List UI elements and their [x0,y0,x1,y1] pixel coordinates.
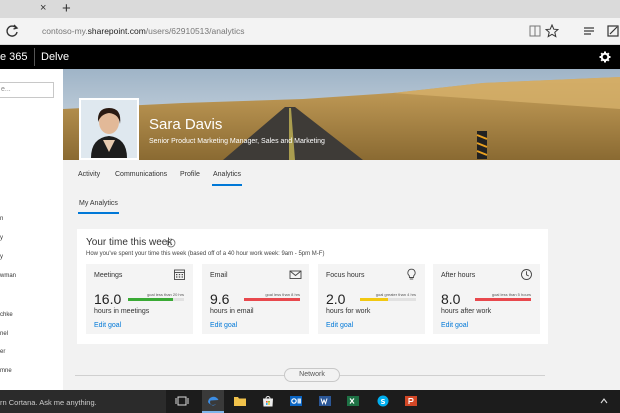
nav-divider [34,48,35,66]
edit-goal-link[interactable]: Edit goal [94,322,121,329]
cortana-prompt: rn Cortana. Ask me anything. [0,398,97,407]
info-icon[interactable] [166,238,176,248]
tile-value: 2.0 [326,291,346,307]
edit-goal-link[interactable]: Edit goal [210,322,237,329]
left-panel: e... n y y wman chke nel er mne [0,69,63,390]
tile-name: Focus hours [326,272,365,279]
address-bar: contoso-my.sharepoint.com/users/62910513… [0,18,620,45]
tile-goal: goal greater than 4 hrs [375,292,416,297]
web-note-icon[interactable] [606,24,620,38]
goal-progress-fill [475,298,531,301]
profile-banner [63,69,620,160]
svg-text:S: S [380,398,385,406]
edge-browser-icon[interactable] [206,394,220,408]
tile-value: 9.6 [210,291,230,307]
people-list-item[interactable]: nel [0,331,8,337]
tile-name: After hours [441,272,476,279]
edit-goal-link[interactable]: Edit goal [441,322,468,329]
people-list-item[interactable]: n [0,216,3,222]
goal-progress-fill [360,298,388,301]
office-nav-bar: e 365 Delve [0,45,620,69]
goal-progress-bar [244,298,300,301]
outlook-icon[interactable] [289,394,303,408]
app-name[interactable]: Delve [41,51,69,63]
goal-progress-bar [475,298,531,301]
goal-progress-bar [360,298,416,301]
sub-tab-my-analytics[interactable]: My Analytics [79,200,118,207]
envelope-icon [289,270,302,279]
time-this-week-card: Your time this week How you've spent you… [77,229,548,344]
url-field[interactable]: contoso-my.sharepoint.com/users/62910513… [42,26,245,36]
profile-job-title: Senior Product Marketing Manager, Sales … [149,138,325,145]
tile-unit: hours in email [210,308,254,315]
new-tab-button[interactable]: + [62,0,71,18]
excel-icon[interactable] [346,394,360,408]
profile-name: Sara Davis [149,116,223,133]
people-list-item[interactable]: chke [0,312,13,318]
tile-goal: goal less than 20 hrs [147,292,184,297]
hub-icon[interactable] [582,24,596,38]
goal-progress-fill [244,298,300,301]
reading-view-icon[interactable] [528,24,542,38]
tile-unit: hours in meetings [94,308,150,315]
focus-hours-tile: Focus hours goal greater than 4 hrs 2.0 … [318,264,425,334]
tile-goal: goal less than 8 hrs [265,292,300,297]
lightbulb-icon [407,268,416,280]
network-button[interactable]: Network [284,368,340,382]
active-tab-indicator [212,184,242,186]
tile-value: 8.0 [441,291,461,307]
after-hours-tile: After hours goal less than 5 hours 8.0 h… [433,264,540,334]
suite-name[interactable]: e 365 [0,51,28,63]
edit-goal-link[interactable]: Edit goal [326,322,353,329]
url-path: /users/62910513/analytics [145,26,245,36]
card-subtitle: How you've spent your time this week (ba… [86,251,325,257]
tab-activity[interactable]: Activity [78,171,100,178]
url-domain: sharepoint.com [87,26,146,36]
goal-progress-fill [128,298,173,301]
people-list-item[interactable]: y [0,254,3,260]
tile-unit: hours after work [441,308,492,315]
word-icon[interactable] [318,394,332,408]
email-tile: Email goal less than 8 hrs 9.6 hours in … [202,264,309,334]
clock-icon [521,269,532,280]
taskbar: rn Cortana. Ask me anything. S [0,390,620,413]
powerpoint-icon[interactable] [404,394,418,408]
people-list-item[interactable]: er [0,349,5,355]
tab-close-button[interactable]: × [40,2,46,14]
settings-button[interactable] [594,45,620,69]
sub-tab-indicator [78,212,119,214]
tab-communications[interactable]: Communications [115,171,167,178]
favorite-star-icon[interactable] [545,24,559,38]
tab-profile[interactable]: Profile [180,171,200,178]
refresh-icon[interactable] [4,23,20,39]
store-icon[interactable] [261,394,275,408]
meetings-tile: Meetings goal less than 20 hrs 16.0 hour… [86,264,193,334]
browser-tab-strip: × + [0,0,620,18]
task-view-icon[interactable] [175,394,189,408]
people-list-item[interactable]: wman [0,273,16,279]
skype-icon[interactable]: S [376,394,390,408]
file-explorer-icon[interactable] [233,394,247,408]
tile-name: Email [210,272,228,279]
goal-progress-bar [128,298,184,301]
people-list-item[interactable]: y [0,235,3,241]
cortana-search-box[interactable]: rn Cortana. Ask me anything. [0,390,166,413]
gear-icon [599,51,611,63]
tile-unit: hours for work [326,308,371,315]
tab-analytics[interactable]: Analytics [213,171,241,178]
search-input[interactable]: e... [0,82,54,98]
system-tray-icon[interactable] [597,394,611,408]
tile-value: 16.0 [94,291,122,307]
tile-name: Meetings [94,272,123,279]
people-list-item[interactable]: mne [0,368,12,374]
calendar-icon [174,269,185,280]
url-prefix: contoso-my. [42,26,88,36]
card-title: Your time this week [86,237,173,248]
avatar[interactable] [79,98,139,160]
tile-goal: goal less than 5 hours [491,292,531,297]
